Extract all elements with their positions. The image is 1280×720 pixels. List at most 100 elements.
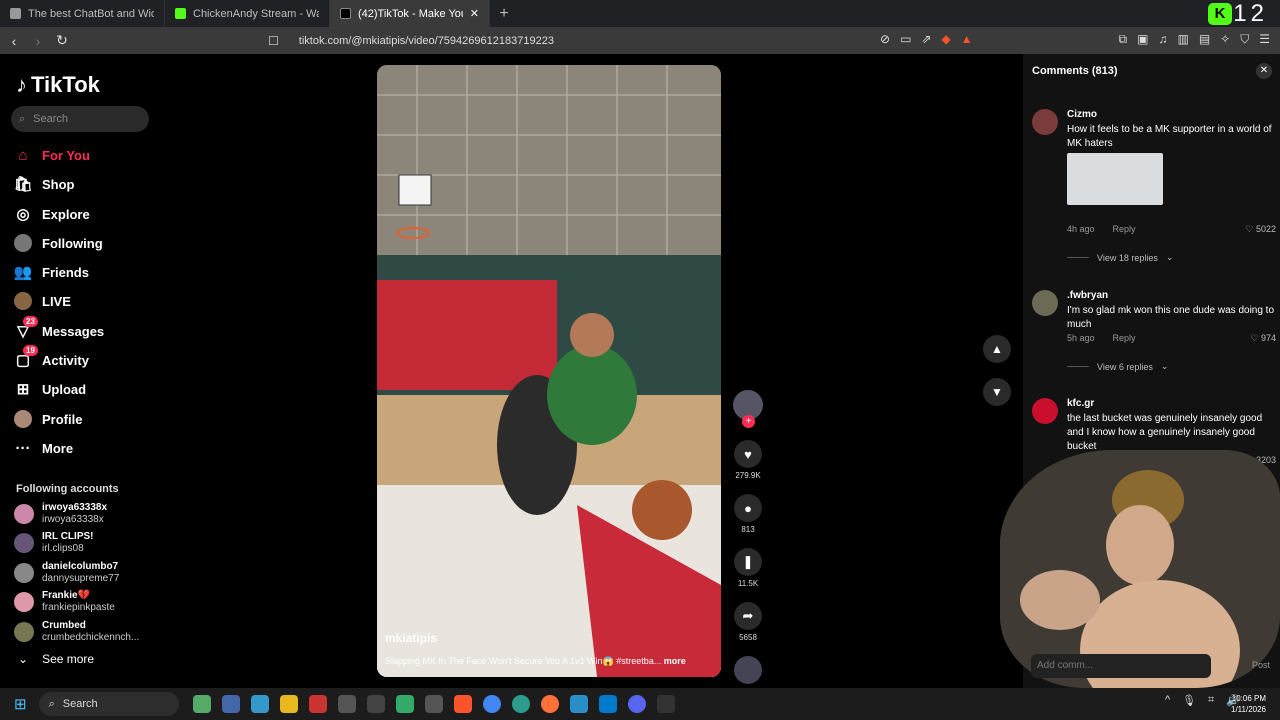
like-icon[interactable]: ♥ xyxy=(734,440,762,468)
see-more-button[interactable]: ⌄ See more xyxy=(18,652,94,666)
music-icon[interactable]: ♫ xyxy=(1158,32,1167,47)
mic-icon[interactable]: 🎙 xyxy=(1182,694,1196,707)
app-icon[interactable] xyxy=(308,695,327,713)
share-icon[interactable]: ⇗ xyxy=(921,32,931,46)
wallet2-icon[interactable]: ▤ xyxy=(1199,32,1210,47)
brave-shield-icon[interactable]: ◆ xyxy=(941,32,950,46)
kick-favicon-icon xyxy=(175,8,186,19)
tiktok-logo[interactable]: ♪ TikTok xyxy=(16,72,100,98)
extensions-icon[interactable]: ⧉ xyxy=(1119,32,1128,47)
discord-icon[interactable] xyxy=(627,695,646,713)
video-author[interactable]: mkiatipis xyxy=(385,631,437,645)
system-tray: ^ 🎙 ⌗ 🔊 xyxy=(1165,694,1240,707)
ai-icon[interactable]: ✧ xyxy=(1220,32,1230,47)
nav-profile[interactable]: Profile xyxy=(14,410,82,428)
taskbar-search[interactable]: ⌕ Search xyxy=(38,692,179,716)
forward-icon[interactable]: › xyxy=(28,33,48,49)
url-field[interactable]: tiktok.com/@mkiatipis/video/759426961218… xyxy=(299,35,554,47)
comment-icon[interactable]: ● xyxy=(734,494,762,522)
sound-avatar-icon[interactable] xyxy=(734,656,762,684)
new-tab-button[interactable]: + xyxy=(490,5,518,23)
following-account[interactable]: Frankie💔 frankiepinkpaste xyxy=(14,590,115,614)
app-icon[interactable] xyxy=(337,695,356,713)
creator-avatar[interactable]: + xyxy=(733,390,763,428)
following-account[interactable]: irwoya63338x irwoya63338x xyxy=(14,502,107,526)
app-icon[interactable] xyxy=(221,695,240,713)
nav-more[interactable]: ··· More xyxy=(14,439,74,457)
search-input[interactable]: ⌕ Search xyxy=(11,106,149,132)
sidebar-icon[interactable]: ▥ xyxy=(1177,32,1188,47)
nav-following[interactable]: Following xyxy=(14,234,103,252)
view-replies-button[interactable]: View 18 replies ⌄ xyxy=(1067,252,1173,263)
app-icon[interactable] xyxy=(569,695,588,713)
caption-more-button[interactable]: more xyxy=(664,656,686,666)
network-icon[interactable]: ⌗ xyxy=(1208,694,1214,707)
comment-likes[interactable]: ♡ 974 xyxy=(1250,333,1276,344)
chevron-down-icon: ⌄ xyxy=(1160,361,1169,371)
file-explorer-icon[interactable] xyxy=(279,695,298,713)
app-icon[interactable] xyxy=(656,695,675,713)
comment-user[interactable]: .fwbryan xyxy=(1067,290,1108,301)
app-icon[interactable] xyxy=(366,695,385,713)
avatar[interactable] xyxy=(1032,290,1058,316)
nav-messages[interactable]: ▽ 23 Messages xyxy=(14,316,104,340)
comment-count: 813 xyxy=(741,525,755,534)
firefox-icon[interactable] xyxy=(540,695,559,713)
vpn-icon[interactable]: ⛉ xyxy=(1240,32,1249,47)
vscode-icon[interactable] xyxy=(598,695,617,713)
app-icon[interactable] xyxy=(250,695,269,713)
cast-icon[interactable]: ▭ xyxy=(900,32,911,46)
next-video-button[interactable]: ▼ xyxy=(983,378,1011,406)
brave-rewards-icon[interactable]: ▲ xyxy=(961,32,973,46)
close-comments-icon[interactable]: ✕ xyxy=(1256,63,1272,79)
comment-image[interactable] xyxy=(1067,153,1163,205)
share-icon[interactable]: ➦ xyxy=(734,602,762,630)
windows-start-icon[interactable]: ⊞ xyxy=(14,695,27,713)
avatar[interactable] xyxy=(1032,109,1058,135)
avatar[interactable] xyxy=(1032,398,1058,424)
following-account[interactable]: IRL CLIPS! irl.clips08 xyxy=(14,531,93,555)
media-icon[interactable]: ⊘ xyxy=(880,32,890,46)
nav-for-you[interactable]: ⌂ For You xyxy=(14,146,89,164)
reply-button[interactable]: Reply xyxy=(1113,224,1136,234)
following-account[interactable]: Crumbed crumbedchickennch... xyxy=(14,620,139,644)
browser-tab-active[interactable]: (42)TikTok - Make Your Day✕ xyxy=(330,0,490,27)
comment-user[interactable]: Cizmo xyxy=(1067,109,1097,120)
menu-icon[interactable]: ☰ xyxy=(1259,32,1270,47)
comment-user[interactable]: kfc.gr xyxy=(1067,398,1094,409)
back-icon[interactable]: ‹ xyxy=(4,33,24,49)
close-tab-icon[interactable]: ✕ xyxy=(470,7,479,20)
reply-button[interactable]: Reply xyxy=(1113,333,1136,343)
comment-item: Cizmo How it feels to be a MK supporter … xyxy=(1032,109,1276,263)
nav-shop[interactable]: 🛍 Shop xyxy=(13,175,74,193)
tiktok-note-icon: ♪ xyxy=(16,72,27,97)
video-player[interactable]: mkiatipis Slapping MK In The Face Won't … xyxy=(377,65,721,677)
chrome-icon[interactable] xyxy=(482,695,501,713)
nav-live[interactable]: LIVE xyxy=(14,292,71,310)
reload-icon[interactable]: ↻ xyxy=(52,32,72,49)
friends-icon: 👥 xyxy=(13,264,33,281)
previous-video-button[interactable]: ▲ xyxy=(983,335,1011,363)
bookmark-icon[interactable]: ❚ xyxy=(734,548,762,576)
browser-tab[interactable]: ChickenAndy Stream - Watch Live on xyxy=(165,0,330,27)
app-icon[interactable] xyxy=(395,695,414,713)
nav-friends[interactable]: 👥 Friends xyxy=(14,263,89,281)
brave-icon[interactable] xyxy=(453,695,472,713)
taskbar-clock[interactable]: 10:06 PM 1/11/2026 xyxy=(1231,693,1266,715)
app-icon[interactable] xyxy=(424,695,443,713)
browser-tab[interactable]: The best ChatBot and Widgets for Ki xyxy=(0,0,165,27)
nav-upload[interactable]: ⊞ Upload xyxy=(14,380,86,398)
comment-likes[interactable]: ♡ 5022 xyxy=(1245,224,1276,235)
app-icon[interactable] xyxy=(192,695,211,713)
view-replies-button[interactable]: View 6 replies ⌄ xyxy=(1067,361,1168,372)
post-button[interactable]: Post xyxy=(1252,660,1270,670)
wallet-icon[interactable]: ▣ xyxy=(1137,32,1148,47)
edge-icon[interactable] xyxy=(511,695,530,713)
nav-explore[interactable]: ◎ Explore xyxy=(14,205,89,223)
add-comment-input[interactable]: Add comm... xyxy=(1031,654,1211,678)
following-account[interactable]: danielcolumbo7 dannysupreme77 xyxy=(14,561,119,585)
chevron-up-icon[interactable]: ^ xyxy=(1165,694,1170,707)
nav-activity[interactable]: ▢ 19 Activity xyxy=(14,345,89,369)
follow-plus-icon[interactable]: + xyxy=(742,415,755,428)
bookmark-icon[interactable]: ☐ xyxy=(268,34,279,48)
